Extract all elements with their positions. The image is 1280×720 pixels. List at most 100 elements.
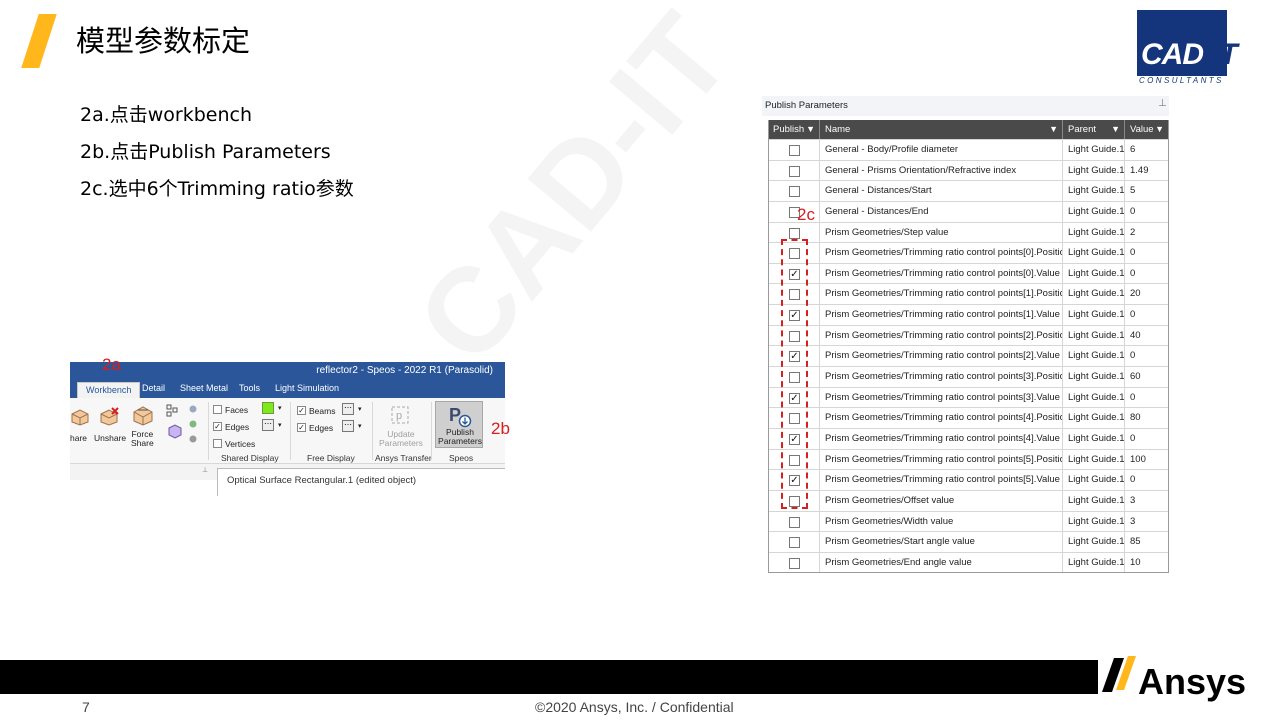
table-row[interactable]: ✓ Prism Geometries/Trimming ratio control… bbox=[769, 427, 1168, 449]
table-row[interactable]: Prism Geometries/Start angle value Light … bbox=[769, 531, 1168, 552]
table-row[interactable]: ✓ Prism Geometries/Trimming ratio control… bbox=[769, 345, 1168, 367]
tab-light-simulation[interactable]: Light Simulation bbox=[275, 383, 339, 393]
faces-color-swatch[interactable] bbox=[262, 402, 274, 414]
value-cell[interactable]: 3 bbox=[1125, 512, 1168, 532]
update-parameters-button[interactable]: Update Parameters bbox=[379, 430, 423, 448]
name-cell: Prism Geometries/Trimming ratio control … bbox=[820, 284, 1063, 305]
table-row[interactable]: Prism Geometries/Trimming ratio control … bbox=[769, 407, 1168, 428]
value-cell[interactable]: 40 bbox=[1125, 326, 1168, 346]
value-cell[interactable]: 2 bbox=[1125, 223, 1168, 243]
publish-parameters-button[interactable]: P Publish Parameters bbox=[435, 401, 483, 448]
value-cell[interactable]: 0 bbox=[1125, 429, 1168, 449]
share-button[interactable]: hare bbox=[70, 434, 87, 443]
column-parent[interactable]: Parent ▼ bbox=[1063, 120, 1125, 139]
value-cell[interactable]: 0 bbox=[1125, 202, 1168, 222]
chevron-down-icon[interactable]: ▾ bbox=[358, 422, 362, 430]
chevron-down-icon[interactable]: ▾ bbox=[278, 421, 282, 429]
faces-checkbox[interactable] bbox=[213, 405, 222, 414]
publish-cell bbox=[769, 160, 820, 181]
table-row[interactable]: Prism Geometries/Trimming ratio control … bbox=[769, 324, 1168, 346]
value-cell[interactable]: 100 bbox=[1125, 450, 1168, 470]
force-share-button[interactable]: Force Share bbox=[131, 430, 154, 448]
table-row[interactable]: Prism Geometries/Offset value Light Guide… bbox=[769, 489, 1168, 511]
value-cell[interactable]: 10 bbox=[1125, 553, 1168, 573]
filter-icon[interactable]: ▼ bbox=[806, 120, 815, 139]
table-row[interactable]: ✓ Prism Geometries/Trimming ratio control… bbox=[769, 304, 1168, 325]
beams-style-picker[interactable]: ⋯ bbox=[342, 403, 354, 415]
free-edges-label: Edges bbox=[309, 423, 334, 433]
chevron-down-icon[interactable]: ▾ bbox=[358, 405, 362, 413]
value-cell[interactable]: 3 bbox=[1125, 491, 1168, 511]
parent-cell: Light Guide.1 bbox=[1063, 470, 1125, 490]
publish-checkbox[interactable] bbox=[789, 227, 800, 239]
table-row[interactable]: Prism Geometries/Trimming ratio control … bbox=[769, 366, 1168, 387]
value-cell[interactable]: 0 bbox=[1125, 243, 1168, 263]
value-cell[interactable]: 80 bbox=[1125, 408, 1168, 428]
publish-checkbox[interactable] bbox=[789, 145, 800, 156]
table-row[interactable]: General - Body/Profile diameter Light Gui… bbox=[769, 139, 1168, 160]
free-edges-checkbox[interactable]: ✓ bbox=[297, 423, 306, 432]
table-row[interactable]: ✓ Prism Geometries/Trimming ratio control… bbox=[769, 386, 1168, 408]
value-cell[interactable]: 5 bbox=[1125, 181, 1168, 201]
value-cell[interactable]: 20 bbox=[1125, 284, 1168, 304]
group-label-ansys-transfer: Ansys Transfer bbox=[375, 453, 432, 463]
value-cell[interactable]: 0 bbox=[1125, 388, 1168, 408]
table-row[interactable]: Prism Geometries/End angle value Light Gu… bbox=[769, 551, 1168, 573]
value-cell[interactable]: 0 bbox=[1125, 264, 1168, 284]
free-edges-style-picker[interactable]: ⋯ bbox=[342, 420, 354, 432]
tab-tools[interactable]: Tools bbox=[239, 383, 260, 393]
filter-icon[interactable]: ▼ bbox=[1111, 120, 1120, 139]
edges-style-picker[interactable]: ⋯ bbox=[262, 419, 274, 431]
value-cell[interactable]: 0 bbox=[1125, 305, 1168, 325]
svg-text:p: p bbox=[396, 410, 402, 422]
publish-checkbox[interactable] bbox=[789, 186, 800, 198]
column-name[interactable]: Name ▼ bbox=[820, 120, 1063, 139]
ribbon-tab-bar: Workbench Detail Sheet Metal Tools Light… bbox=[70, 380, 505, 398]
page-number: 7 bbox=[82, 699, 90, 715]
table-row[interactable]: Prism Geometries/Trimming ratio control … bbox=[769, 283, 1168, 305]
beams-checkbox[interactable]: ✓ bbox=[297, 406, 306, 415]
table-row[interactable]: ✓ Prism Geometries/Trimming ratio control… bbox=[769, 262, 1168, 284]
unshare-button[interactable]: Unshare bbox=[94, 434, 126, 443]
pin-icon[interactable]: ⊥ bbox=[202, 466, 208, 474]
value-cell[interactable]: 60 bbox=[1125, 367, 1168, 387]
publish-checkbox[interactable] bbox=[789, 165, 800, 177]
vertices-checkbox[interactable] bbox=[213, 439, 222, 448]
structure-tree-pane: Optical Surface Rectangular.1 (edited ob… bbox=[217, 468, 505, 496]
table-row[interactable]: General - Distances/End Light Guide.1 0 bbox=[769, 200, 1168, 222]
table-row[interactable]: Prism Geometries/Width value Light Guide.… bbox=[769, 510, 1168, 532]
edges-checkbox[interactable]: ✓ bbox=[213, 422, 222, 431]
logo-tagline: CONSULTANTS bbox=[1139, 76, 1224, 85]
value-cell[interactable]: 1.49 bbox=[1125, 161, 1168, 181]
table-row[interactable]: General - Prisms Orientation/Refractive … bbox=[769, 159, 1168, 181]
value-cell[interactable]: 0 bbox=[1125, 346, 1168, 366]
chevron-down-icon[interactable]: ▾ bbox=[278, 404, 282, 412]
publish-checkbox[interactable] bbox=[789, 516, 800, 528]
value-cell[interactable]: 0 bbox=[1125, 470, 1168, 490]
publish-checkbox[interactable] bbox=[789, 537, 800, 549]
publish-checkbox[interactable] bbox=[789, 557, 800, 569]
speos-ribbon-screenshot: reflector2 - Speos - 2022 R1 (Parasolid)… bbox=[70, 362, 505, 480]
tab-workbench[interactable]: Workbench bbox=[77, 382, 141, 398]
table-row[interactable]: Prism Geometries/Trimming ratio control … bbox=[769, 448, 1168, 470]
value-cell[interactable]: 85 bbox=[1125, 532, 1168, 552]
tab-sheet-metal[interactable]: Sheet Metal bbox=[180, 383, 228, 393]
table-row[interactable]: Prism Geometries/Step value Light Guide.1… bbox=[769, 221, 1168, 243]
step-2b: 2b.点击Publish Parameters bbox=[80, 141, 331, 163]
value-cell[interactable]: 6 bbox=[1125, 140, 1168, 160]
column-value[interactable]: Value ▼ bbox=[1125, 120, 1168, 139]
filter-icon[interactable]: ▼ bbox=[1155, 120, 1164, 139]
annotation-2c: 2c bbox=[797, 205, 815, 224]
parent-cell: Light Guide.1 bbox=[1063, 490, 1125, 511]
tree-item[interactable]: Optical Surface Rectangular.1 (edited ob… bbox=[227, 475, 416, 486]
table-row[interactable]: ✓ Prism Geometries/Trimming ratio control… bbox=[769, 469, 1168, 490]
column-publish[interactable]: Publish ▼ bbox=[769, 120, 820, 139]
pin-icon[interactable]: ⊥ bbox=[1158, 98, 1167, 109]
filter-icon[interactable]: ▼ bbox=[1049, 120, 1058, 139]
publish-parameters-label: Publish Parameters bbox=[438, 428, 482, 446]
table-row[interactable]: Prism Geometries/Trimming ratio control … bbox=[769, 242, 1168, 263]
share-icon bbox=[71, 409, 89, 426]
grid-header: Publish ▼ Name ▼ Parent ▼ Value ▼ bbox=[769, 120, 1168, 139]
table-row[interactable]: General - Distances/Start Light Guide.1 5 bbox=[769, 180, 1168, 201]
tab-detail[interactable]: Detail bbox=[142, 383, 165, 393]
